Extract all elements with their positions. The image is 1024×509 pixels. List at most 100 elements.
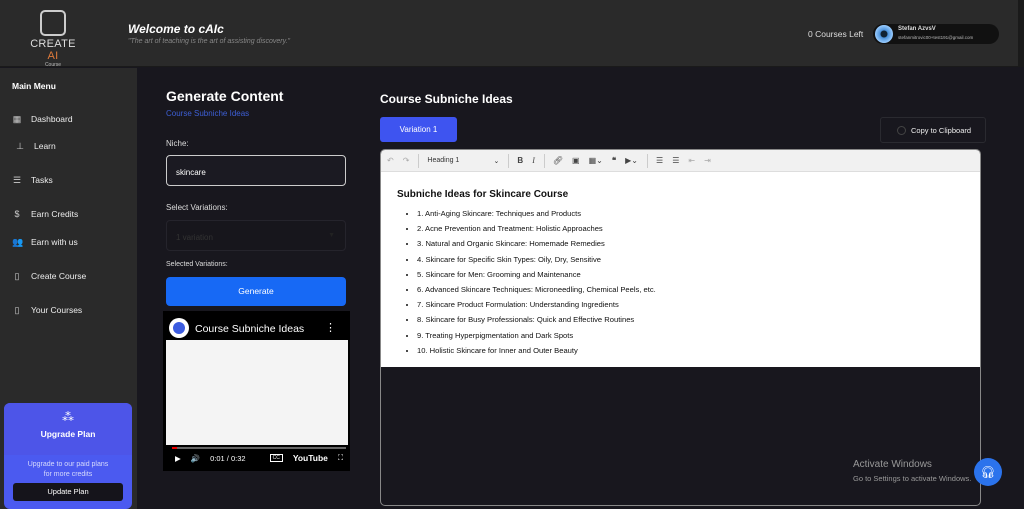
scrollbar[interactable] [1018,0,1024,67]
upgrade-title: Upgrade Plan [40,429,96,439]
rich-text-editor[interactable]: ↶ ↷ Heading 1 ⌄ BI 🔗︎ ▣ ▦⌄ ❝ ▶⌄ ☰ ☰ ⇤ ⇥ Subniche … [380,149,981,506]
chat-icon: 🎧︎ [980,465,996,479]
users-icon: 👥 [12,237,24,247]
quote: "The art of teaching is the art of assis… [128,38,291,45]
quote-icon[interactable]: ❝ [612,156,616,165]
variations-label: Select Variations: [166,203,228,212]
list-item: 2. Acne Prevention and Treatment: Holist… [417,221,964,236]
bold-icon[interactable]: B [517,156,523,165]
captions-icon[interactable]: CC [269,454,283,462]
editor-content[interactable]: Subniche Ideas for Skincare Course 1. An… [381,172,980,367]
play-icon[interactable]: ▶ [175,454,181,463]
upgrade-card: ⁂ Upgrade Plan Upgrade to our paid plans f… [4,403,132,509]
numbered-list-icon[interactable]: ☰ [672,156,679,165]
media-icon[interactable]: ▶⌄ [625,156,638,165]
content-heading: Subniche Ideas for Skincare Course [397,189,569,200]
sidebar-item-dashboard[interactable]: ▦ Dashboard [12,112,73,126]
link-icon[interactable]: 🔗︎ [553,156,563,165]
copy-label: Copy to Clipboard [911,126,972,135]
learn-icon: ⊥ [16,141,24,151]
sidebar-item-create-course[interactable]: ▯ Create Course [12,269,87,283]
update-plan-button[interactable]: Update Plan [13,483,123,501]
variations-value: 1 variation [176,233,213,242]
activate-windows-subtitle: Go to Settings to activate Windows. [853,474,972,483]
selected-variations-label: Selected Variations: [166,261,228,268]
subniche-list: 1. Anti-Aging Skincare: Techniques and P… [397,206,964,358]
sidebar-item-earn-credits[interactable]: $ Earn Credits [12,207,78,221]
chat-help-button[interactable]: 🎧︎ [974,458,1002,486]
welcome-title: Welcome to cAIc [128,22,224,36]
tab-variation-1[interactable]: Variation 1 [380,117,457,142]
editor-toolbar: ↶ ↷ Heading 1 ⌄ BI 🔗︎ ▣ ▦⌄ ❝ ▶⌄ ☰ ☰ ⇤ ⇥ [381,150,980,172]
heading-value: Heading 1 [427,156,460,164]
caret-down-icon: ▼ [328,232,335,239]
video-title[interactable]: Course Subniche Ideas [195,323,304,335]
label: Learn [34,141,56,151]
form-subtitle: Course Subniche Ideas [166,109,250,118]
sidebar-item-your-courses[interactable]: ▯ Your Courses [12,303,83,317]
heading-select[interactable]: Heading 1 ⌄ [427,157,499,165]
video-time: 0:01 / 0:32 [210,453,246,463]
redo-icon[interactable]: ↷ [403,156,410,165]
generate-button[interactable]: Generate [166,277,346,306]
book-icon: ▯ [14,305,20,315]
video-progress[interactable] [172,447,346,449]
table-icon[interactable]: ▦⌄ [589,156,603,165]
book-icon: ▯ [14,271,20,281]
activate-windows-title: Activate Windows [853,459,932,470]
list-item: 5. Skincare for Men: Grooming and Mainte… [417,267,964,282]
user-name: Stefan AzvsV [898,26,936,32]
list-item: 1. Anti-Aging Skincare: Techniques and P… [417,206,964,221]
label: Dashboard [31,114,73,124]
list-item: 7. Skincare Product Formulation: Underst… [417,297,964,312]
user-menu[interactable]: Stefan AzvsV stefanmitrovic00+test191@gm… [873,24,999,44]
outdent-icon[interactable]: ⇤ [688,156,695,165]
sidebar: Main Menu ▦ Dashboard ⊥ Learn ☰ Tasks $ Earn… [0,68,137,509]
grid-icon: ▦ [12,114,22,124]
dollar-icon: $ [14,209,20,219]
main-menu-title: Main Menu [12,81,56,91]
undo-icon[interactable]: ↶ [387,156,394,165]
logo-accent: AI [47,50,59,62]
courses-left: 0 Courses Left [808,29,864,39]
logo-icon [40,10,66,36]
niche-input[interactable]: skincare [166,155,346,186]
more-icon[interactable]: ⋮ [325,321,336,334]
user-email: stefanmitrovic00+test191@gmail.com [898,35,974,40]
indent-icon[interactable]: ⇥ [704,156,711,165]
sidebar-item-earn-with-us[interactable]: 👥 Earn with us [12,235,78,249]
italic-icon[interactable]: I [532,156,535,165]
list-item: 9. Treating Hyperpigmentation and Dark S… [417,328,964,343]
list-item: 10. Holistic Skincare for Inner and Oute… [417,343,964,358]
video-player[interactable]: Course Subniche Ideas ⋮ ▶ 🔊 0:01 / 0:32 … [163,311,350,471]
fullscreen-icon[interactable]: ⛶ [338,453,343,463]
list-icon: ☰ [12,175,22,185]
label: Earn with us [31,237,78,247]
upgrade-desc: Upgrade to our paid plans [27,461,109,468]
channel-avatar[interactable] [169,318,189,338]
label: Earn Credits [31,209,79,219]
list-item: 4. Skincare for Specific Skin Types: Oil… [417,252,964,267]
label: Tasks [31,175,53,185]
avatar [875,25,893,43]
logo[interactable]: CREATE AI Course [28,10,78,68]
chevron-down-icon: ⌄ [493,157,500,165]
header: CREATE AI Course Welcome to cAIc "The ar… [0,0,1024,68]
label: Your Courses [31,305,83,315]
volume-icon[interactable]: 🔊 [191,454,200,463]
video-frame[interactable] [166,340,348,445]
list-item: 3. Natural and Organic Skincare: Homemad… [417,236,964,251]
variations-select[interactable]: 1 variation ▼ [166,220,346,251]
bulleted-list-icon[interactable]: ☰ [656,156,663,165]
niche-label: Niche: [166,139,189,148]
copy-icon [897,126,906,135]
cluster-icon: ⁂ [62,410,74,424]
list-item: 8. Skincare for Busy Professionals: Quic… [417,312,964,327]
sidebar-item-tasks[interactable]: ☰ Tasks [12,173,53,187]
youtube-logo[interactable]: YouTube [293,453,328,463]
list-item: 6. Advanced Skincare Techniques: Microne… [417,282,964,297]
upgrade-desc: for more credits [43,471,93,478]
copy-to-clipboard-button[interactable]: Copy to Clipboard [880,117,986,143]
sidebar-item-learn[interactable]: ⊥ Learn [15,139,56,153]
image-icon[interactable]: ▣ [572,156,580,165]
